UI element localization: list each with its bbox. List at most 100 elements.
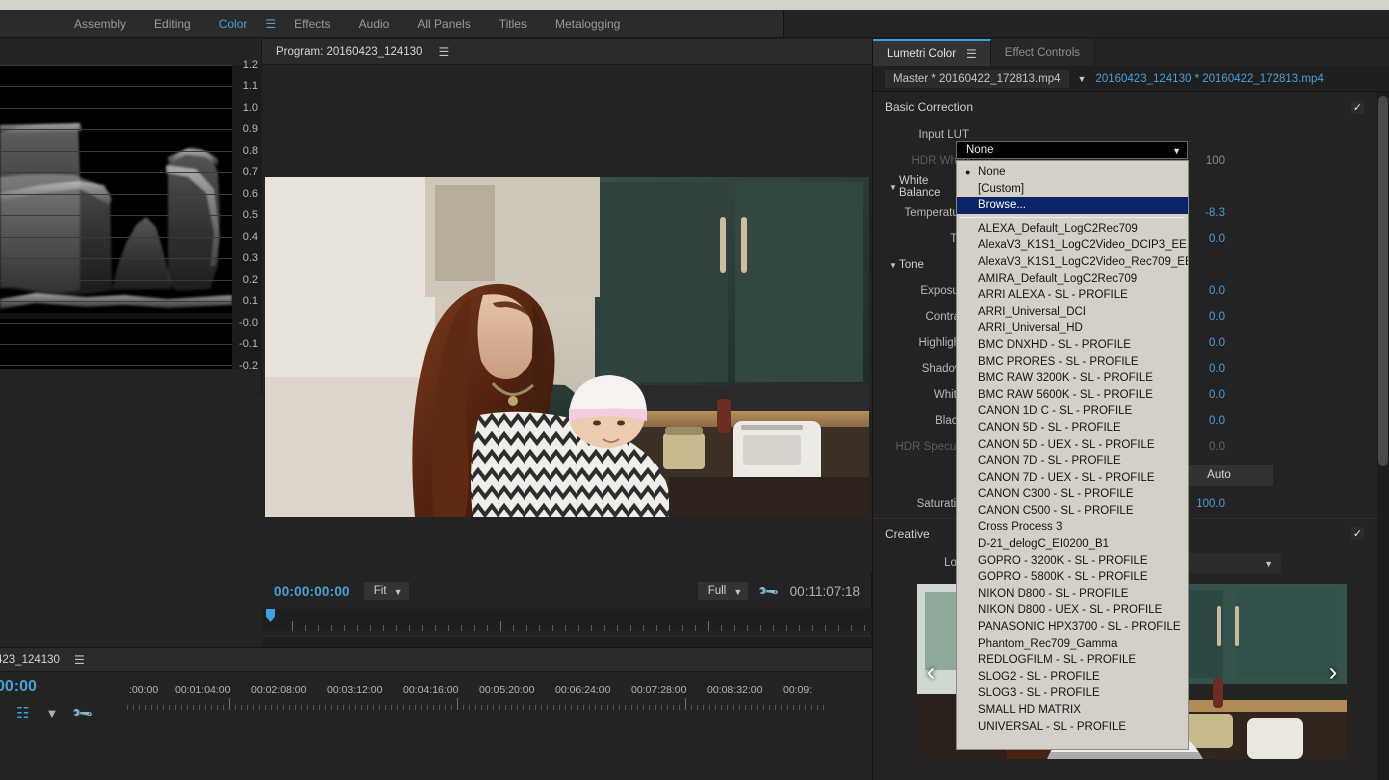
workspace-metalogging[interactable]: Metalogging (541, 10, 634, 38)
lut-option[interactable]: NIKON D800 - UEX - SL - PROFILE (957, 602, 1188, 619)
lut-option[interactable]: ARRI ALEXA - SL - PROFILE (957, 287, 1188, 304)
lut-option[interactable]: REDLOGFILM - SL - PROFILE (957, 652, 1188, 669)
lut-option[interactable]: SLOG2 - SL - PROFILE (957, 669, 1188, 686)
tab-effect-controls[interactable]: Effect Controls (990, 39, 1096, 66)
disclosure-triangle-icon[interactable]: ▼ (889, 183, 897, 192)
zoom-level-select[interactable]: Fit ▼ (363, 582, 409, 600)
ruler-tick (601, 705, 602, 710)
lut-option[interactable]: CANON 1D C - SL - PROFILE (957, 403, 1188, 420)
lut-option[interactable]: CANON 5D - UEX - SL - PROFILE (957, 437, 1188, 454)
disclosure-triangle-icon[interactable]: ▼ (889, 261, 897, 270)
workspace-audio[interactable]: Audio (345, 10, 404, 38)
lut-option[interactable]: CANON 7D - SL - PROFILE (957, 453, 1188, 470)
lut-option[interactable]: Cross Process 3 (957, 519, 1188, 536)
workspace-effects[interactable]: Effects (280, 10, 344, 38)
program-panel-menu-icon[interactable]: ☰ (438, 45, 449, 59)
ruler-tick (631, 705, 632, 710)
lumetri-scrollbar[interactable] (1377, 92, 1389, 780)
look-prev-button[interactable]: ‹ (919, 656, 943, 687)
look-next-button[interactable]: › (1321, 656, 1345, 687)
playback-resolution-value: Full (707, 585, 727, 597)
playback-resolution-select[interactable]: Full ▼ (697, 582, 749, 600)
lumetri-scrollbar-thumb[interactable] (1378, 96, 1388, 466)
lumetri-panel-menu-icon[interactable]: ☰ (966, 47, 977, 61)
axis-tick: 1.1 (242, 80, 258, 92)
ruler-tick (343, 705, 344, 710)
ruler-tick (397, 705, 398, 710)
ruler-tick (787, 705, 788, 710)
lut-option[interactable]: AlexaV3_K1S1_LogC2Video_DCIP3_EE (957, 237, 1188, 254)
chevron-down-icon: ▼ (733, 587, 743, 597)
ruler-tick (721, 705, 722, 710)
timeline-panel-menu-icon[interactable]: ☰ (74, 653, 85, 667)
program-video-stage[interactable] (262, 65, 872, 573)
lut-option[interactable]: CANON C300 - SL - PROFILE (957, 486, 1188, 503)
lut-option[interactable]: ARRI_Universal_DCI (957, 304, 1188, 321)
section-basic-correction-header[interactable]: Basic Correction ✓ (873, 92, 1378, 122)
scope-panel-lower-area (0, 395, 262, 650)
lut-option[interactable]: UNIVERSAL - SL - PROFILE (957, 719, 1188, 736)
timeline-current-timecode[interactable]: 00:00 (0, 672, 127, 696)
lut-option[interactable]: D-21_delogC_EI0200_B1 (957, 536, 1188, 553)
ruler-tick (229, 698, 230, 710)
axis-tick: 0.2 (242, 274, 258, 286)
lut-option[interactable]: PANASONIC HPX3700 - SL - PROFILE (957, 619, 1188, 636)
workspace-menu-icon[interactable]: ☰ (261, 10, 280, 38)
tab-lumetri-color[interactable]: Lumetri Color ☰ (873, 39, 991, 66)
workspace-all-panels[interactable]: All Panels (403, 10, 484, 38)
ruler-tick (463, 705, 464, 710)
workspace-editing[interactable]: Editing (140, 10, 205, 38)
workspace-color[interactable]: Color (205, 10, 262, 38)
selected-bullet-icon: ● (965, 167, 971, 177)
lut-option[interactable]: NIKON D800 - SL - PROFILE (957, 586, 1188, 603)
lut-option[interactable]: BMC RAW 5600K - SL - PROFILE (957, 387, 1188, 404)
lut-option-none[interactable]: ● None (957, 164, 1188, 181)
input-lut-select[interactable]: None ▼ (956, 141, 1188, 159)
lut-option[interactable]: AMIRA_Default_LogC2Rec709 (957, 271, 1188, 288)
settings-wrench-icon[interactable]: 🔧 (757, 579, 781, 603)
lut-option[interactable]: BMC RAW 3200K - SL - PROFILE (957, 370, 1188, 387)
lut-option[interactable]: SLOG3 - SL - PROFILE (957, 685, 1188, 702)
lut-option[interactable]: CANON C500 - SL - PROFILE (957, 503, 1188, 520)
ruler-tick (175, 705, 176, 710)
lut-option[interactable]: SMALL HD MATRIX (957, 702, 1188, 719)
creative-enable-checkbox[interactable]: ✓ (1351, 527, 1364, 540)
timeline-tab-title[interactable]: 423_124130 (0, 654, 60, 666)
lut-option[interactable]: GOPRO - 3200K - SL - PROFILE (957, 553, 1188, 570)
input-lut-dropdown-menu[interactable]: ● None [Custom] Browse... ALEXA_Default_L… (956, 160, 1189, 750)
ruler-tick (595, 705, 596, 710)
workspace-titles[interactable]: Titles (485, 10, 541, 38)
ruler-tick (145, 705, 146, 710)
lut-option[interactable]: ARRI_Universal_HD (957, 320, 1188, 337)
timeline-time-ruler[interactable]: :00:00 00:01:04:00 00:02:08:00 00:03:12:… (127, 684, 827, 710)
lut-option[interactable]: ALEXA_Default_LogC2Rec709 (957, 221, 1188, 238)
workspace-assembly[interactable]: Assembly (60, 10, 140, 38)
master-clip-select[interactable]: Master * 20160422_172813.mp4 (885, 69, 1069, 88)
ruler-tick (127, 705, 128, 710)
program-duration-timecode[interactable]: 00:11:07:18 (790, 584, 860, 599)
snap-icon[interactable]: ☷ (16, 704, 29, 722)
program-time-ruler[interactable] (262, 609, 872, 631)
ruler-tick (775, 705, 776, 710)
program-current-timecode[interactable]: 00:00:00:00 (274, 584, 350, 599)
program-playhead[interactable] (266, 609, 275, 622)
lut-option[interactable]: AlexaV3_K1S1_LogC2Video_Rec709_EE (957, 254, 1188, 271)
timeline-settings-wrench-icon[interactable]: 🔧 (71, 701, 95, 725)
program-tab-title[interactable]: Program: 20160423_124130 (276, 46, 422, 58)
ruler-tick (607, 705, 608, 710)
lut-option-custom[interactable]: [Custom] (957, 181, 1188, 198)
ruler-tick (349, 705, 350, 710)
lut-option[interactable]: CANON 5D - SL - PROFILE (957, 420, 1188, 437)
lut-option[interactable]: BMC DNXHD - SL - PROFILE (957, 337, 1188, 354)
lut-option-browse[interactable]: Browse... (957, 197, 1188, 214)
lut-option[interactable]: Phantom_Rec709_Gamma (957, 636, 1188, 653)
chevron-down-icon[interactable]: ▼ (1078, 74, 1087, 84)
lut-option[interactable]: BMC PRORES - SL - PROFILE (957, 354, 1188, 371)
ruler-tick (703, 705, 704, 710)
lut-option[interactable]: GOPRO - 5800K - SL - PROFILE (957, 569, 1188, 586)
timeline-tab-bar: 423_124130 ☰ (0, 648, 872, 672)
lut-option[interactable]: CANON 7D - UEX - SL - PROFILE (957, 470, 1188, 487)
waveform-scope-graph[interactable] (0, 65, 232, 369)
basic-correction-enable-checkbox[interactable]: ✓ (1351, 100, 1364, 114)
marker-icon[interactable]: ▼ (45, 706, 58, 721)
